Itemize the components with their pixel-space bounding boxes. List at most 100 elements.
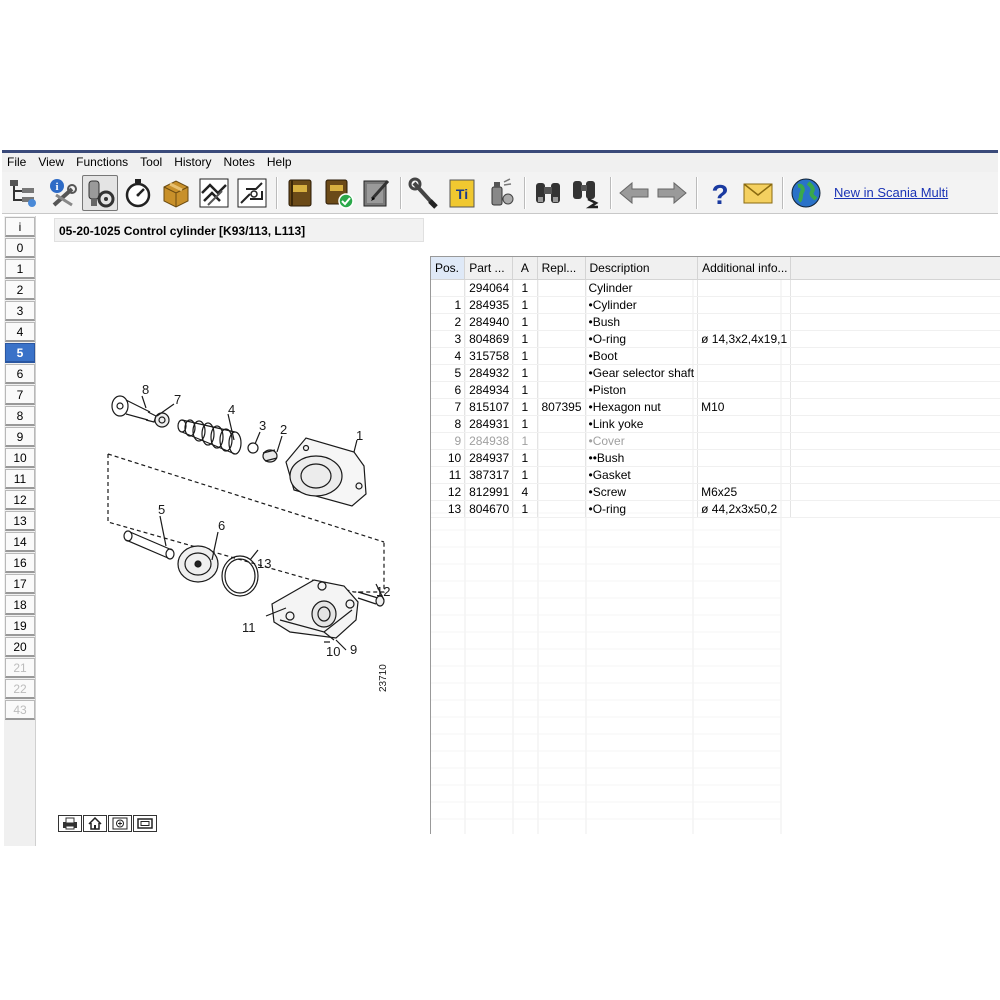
order-book-check-icon[interactable]: [320, 175, 356, 211]
chapter-tab-11[interactable]: 11: [5, 469, 35, 489]
chapter-tab-7[interactable]: 7: [5, 385, 35, 405]
table-row[interactable]: 1 284935 1 •Cylinder: [431, 296, 1000, 314]
menu-file[interactable]: File: [2, 153, 32, 172]
binoculars-search-icon[interactable]: [568, 175, 604, 211]
engine-parts-icon[interactable]: [82, 174, 118, 211]
table-row[interactable]: 2 284940 1 •Bush: [431, 313, 1000, 331]
chapter-tab-4[interactable]: 4: [5, 322, 35, 342]
order-book-icon[interactable]: [282, 175, 318, 211]
zoom-in-icon[interactable]: [108, 815, 132, 832]
cell-repl: [537, 381, 586, 399]
cell-filler: [790, 449, 1000, 467]
callout-3[interactable]: 3: [259, 418, 266, 433]
package-box-icon[interactable]: [158, 175, 194, 211]
cell-a: 1: [512, 330, 538, 348]
menu-tool[interactable]: Tool: [134, 153, 168, 172]
chapter-tab-i[interactable]: i: [5, 217, 35, 237]
news-link[interactable]: New in Scania Multi: [834, 185, 948, 200]
callout-5[interactable]: 5: [158, 502, 165, 517]
toolbar-separator: [696, 176, 698, 209]
chapter-tab-17[interactable]: 17: [5, 574, 35, 594]
callout-12[interactable]: 12: [376, 584, 390, 599]
chapter-tab-5[interactable]: 5: [5, 343, 35, 363]
table-row[interactable]: 8 284931 1 •Link yoke: [431, 415, 1000, 433]
arrow-right-icon[interactable]: [654, 175, 690, 211]
menu-history[interactable]: History: [168, 153, 217, 172]
notes-pen-icon[interactable]: [358, 175, 394, 211]
cell-desc: •Gasket: [585, 466, 699, 484]
envelope-icon[interactable]: [740, 175, 776, 211]
tree-structure-icon[interactable]: [6, 175, 42, 211]
print-icon[interactable]: [58, 815, 82, 832]
wrench-icon[interactable]: [406, 175, 442, 211]
column-header-additional-info[interactable]: Additional info...: [697, 257, 792, 280]
callout-11[interactable]: 11: [242, 620, 256, 635]
callout-8[interactable]: 8: [142, 382, 149, 397]
column-header-a[interactable]: A: [512, 257, 538, 280]
callout-9[interactable]: 9: [350, 642, 357, 657]
chapter-tab-16[interactable]: 16: [5, 553, 35, 573]
callout-2[interactable]: 2: [280, 422, 287, 437]
chapter-tab-0[interactable]: 0: [5, 238, 35, 258]
table-row[interactable]: 294064 1 Cylinder: [431, 279, 1000, 297]
column-header-pos[interactable]: Pos.: [431, 257, 466, 280]
table-row[interactable]: 6 284934 1 •Piston: [431, 381, 1000, 399]
menu-functions[interactable]: Functions: [70, 153, 134, 172]
callout-10[interactable]: 10: [326, 644, 340, 659]
fit-window-icon[interactable]: [133, 815, 157, 832]
handshake-icon[interactable]: [196, 175, 232, 211]
chapter-tab-14[interactable]: 14: [5, 532, 35, 552]
chapter-tab-1[interactable]: 1: [5, 259, 35, 279]
chapter-tab-22[interactable]: 22: [5, 679, 35, 699]
chapter-tab-13[interactable]: 13: [5, 511, 35, 531]
spray-can-icon[interactable]: [482, 175, 518, 211]
chapter-tab-6[interactable]: 6: [5, 364, 35, 384]
home-icon[interactable]: [83, 815, 107, 832]
callout-1[interactable]: 1: [356, 428, 363, 443]
callout-13[interactable]: 13: [257, 556, 271, 571]
callout-7[interactable]: 7: [174, 392, 181, 407]
menu-view[interactable]: View: [32, 153, 70, 172]
table-row[interactable]: 5 284932 1 •Gear selector shaft: [431, 364, 1000, 382]
table-row[interactable]: 3 804869 1 •O-ring ø 14,3x2,4x19,1: [431, 330, 1000, 348]
cell-a: 1: [512, 347, 538, 365]
chapter-tab-12[interactable]: 12: [5, 490, 35, 510]
menu-notes[interactable]: Notes: [218, 153, 261, 172]
drawing-exploded-icon[interactable]: [234, 175, 270, 211]
exploded-illustration[interactable]: 1 2 3 4 5 6 7 8 9 10 11 12 13 23710: [54, 254, 424, 834]
column-header-repl[interactable]: Repl...: [537, 257, 586, 280]
cell-part: 284940: [464, 313, 514, 331]
chapter-tab-10[interactable]: 10: [5, 448, 35, 468]
menu-help[interactable]: Help: [261, 153, 298, 172]
chapter-tab-20[interactable]: 20: [5, 637, 35, 657]
table-row[interactable]: 10 284937 1 ••Bush: [431, 449, 1000, 467]
cell-filler: [790, 347, 1000, 365]
globe-icon[interactable]: [788, 175, 824, 211]
column-header-part[interactable]: Part ...: [464, 257, 514, 280]
table-row[interactable]: 12 812991 4 •Screw M6x25: [431, 483, 1000, 501]
column-header-description[interactable]: Description: [585, 257, 699, 280]
callout-6[interactable]: 6: [218, 518, 225, 533]
chapter-tab-21[interactable]: 21: [5, 658, 35, 678]
cell-repl: [537, 466, 586, 484]
question-icon[interactable]: ?: [702, 175, 738, 211]
binoculars-icon[interactable]: [530, 175, 566, 211]
chapter-tab-3[interactable]: 3: [5, 301, 35, 321]
arrow-left-icon[interactable]: [616, 175, 652, 211]
table-row[interactable]: 4 315758 1 •Boot: [431, 347, 1000, 365]
chapter-tab-18[interactable]: 18: [5, 595, 35, 615]
chapter-tab-9[interactable]: 9: [5, 427, 35, 447]
table-row[interactable]: 11 387317 1 •Gasket: [431, 466, 1000, 484]
chapter-tab-19[interactable]: 19: [5, 616, 35, 636]
table-row[interactable]: 13 804670 1 •O-ring ø 44,2x3x50,2: [431, 500, 1000, 518]
cell-a: 4: [512, 483, 538, 501]
chapter-tab-2[interactable]: 2: [5, 280, 35, 300]
stopwatch-icon[interactable]: [120, 175, 156, 211]
info-tools-icon[interactable]: i: [44, 175, 80, 211]
table-row[interactable]: 7 815107 1 807395 •Hexagon nut M10: [431, 398, 1000, 416]
chapter-tab-8[interactable]: 8: [5, 406, 35, 426]
chapter-tab-43[interactable]: 43: [5, 700, 35, 720]
table-row[interactable]: 9 284938 1 •Cover: [431, 432, 1000, 450]
callout-4[interactable]: 4: [228, 402, 235, 417]
ti-icon[interactable]: Ti: [444, 175, 480, 211]
